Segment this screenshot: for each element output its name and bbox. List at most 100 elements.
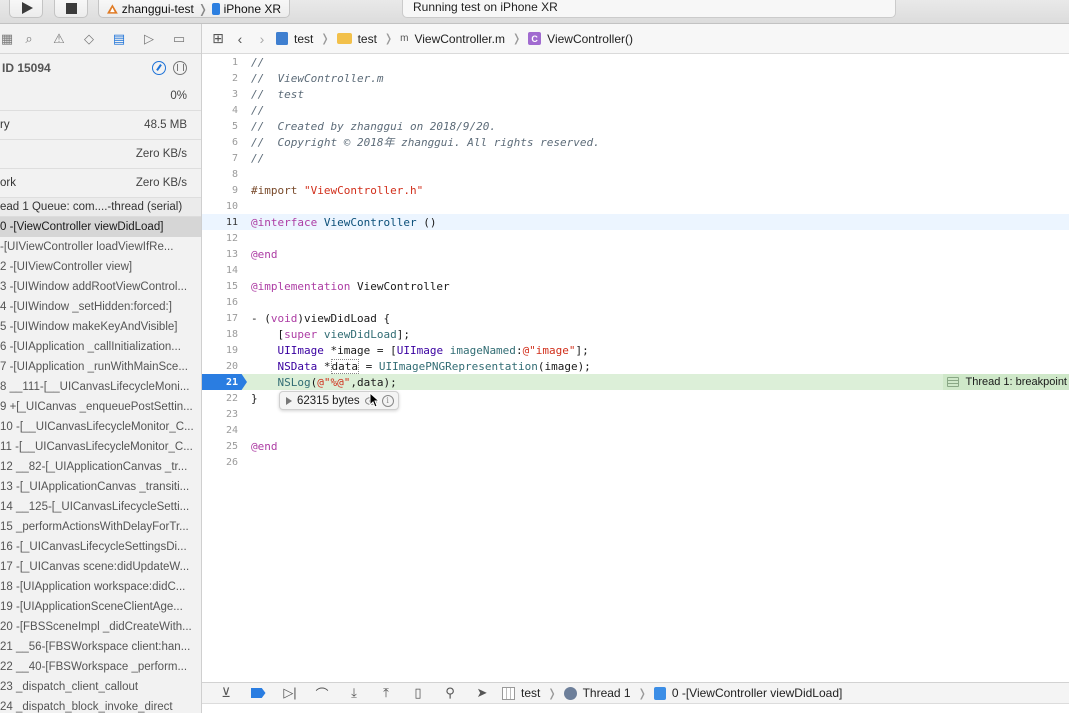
- thread-row[interactable]: ead 1 Queue: com....-thread (serial): [0, 198, 201, 217]
- step-into-icon[interactable]: ⤓: [338, 685, 370, 701]
- stack-frame[interactable]: 22 __40-[FBSWorkspace _perform...: [0, 657, 201, 677]
- breadcrumb-file[interactable]: ViewController.m: [414, 32, 504, 46]
- code-line: 7//: [202, 150, 1069, 166]
- stack-frame[interactable]: 0 -[ViewController viewDidLoad]: [0, 217, 201, 237]
- stack-frame-list: 0 -[ViewController viewDidLoad] -[UIView…: [0, 217, 201, 713]
- code-line: 25 @end: [202, 438, 1069, 454]
- stack-frame[interactable]: 24 _dispatch_block_invoke_direct: [0, 697, 201, 713]
- process-row[interactable]: ID 15094: [0, 54, 201, 82]
- line-number: 1: [231, 56, 238, 68]
- code-line: 13 @end: [202, 246, 1069, 262]
- app-icon: [502, 686, 515, 700]
- debug-target[interactable]: test: [521, 686, 540, 700]
- related-items-icon[interactable]: ⊞: [210, 30, 226, 47]
- view-options-icon[interactable]: [173, 61, 187, 75]
- line-number: 21: [225, 376, 238, 388]
- breakpoint-label: Thread 1: breakpoint: [965, 376, 1067, 388]
- line-number: 2: [231, 72, 238, 84]
- disk-gauge[interactable]: Zero KB/s: [0, 140, 201, 169]
- breakpoints-toggle-button[interactable]: [242, 688, 274, 698]
- play-icon: [21, 2, 33, 14]
- code-line: 10: [202, 198, 1069, 214]
- stack-frame[interactable]: 5 -[UIWindow makeKeyAndVisible]: [0, 317, 201, 337]
- stack-frame[interactable]: 6 -[UIApplication _callInitialization...: [0, 337, 201, 357]
- stack-frame[interactable]: 19 -[UIApplicationSceneClientAge...: [0, 597, 201, 617]
- memory-graph-icon[interactable]: ⚲: [434, 685, 466, 701]
- debug-frame[interactable]: 0 -[ViewController viewDidLoad]: [672, 686, 843, 700]
- variable-datatip[interactable]: 62315 bytes i: [279, 391, 399, 410]
- symbol-navigator-icon[interactable]: ▦: [0, 24, 14, 54]
- line-number: 5: [231, 120, 238, 132]
- stack-frame[interactable]: 20 -[FBSSceneImpl _didCreateWith...: [0, 617, 201, 637]
- debug-navigator-icon[interactable]: ▤: [104, 24, 134, 54]
- iphone-icon: [211, 2, 220, 15]
- line-number: 16: [225, 296, 238, 308]
- stack-frame[interactable]: 10 -[__UICanvasLifecycleMonitor_C...: [0, 417, 201, 437]
- datatip-value: 62315 bytes: [297, 394, 360, 407]
- scheme-selector[interactable]: zhanggui-test ❭ iPhone XR: [98, 0, 290, 18]
- step-out-icon[interactable]: ⤒: [370, 685, 402, 701]
- stack-frame[interactable]: 21 __56-[FBSWorkspace client:han...: [0, 637, 201, 657]
- code-line: 2// ViewController.m: [202, 70, 1069, 86]
- back-arrow-icon[interactable]: ‹: [232, 31, 248, 47]
- code-line: 15 @implementation ViewController: [202, 278, 1069, 294]
- disclosure-triangle-icon[interactable]: [286, 396, 292, 405]
- hide-debug-area-icon[interactable]: ⊻: [210, 685, 242, 701]
- report-navigator-icon[interactable]: ▭: [164, 24, 194, 54]
- stack-frame[interactable]: 2 -[UIViewController view]: [0, 257, 201, 277]
- stack-frame[interactable]: 15 _performActionsWithDelayForTr...: [0, 517, 201, 537]
- code-line: 14: [202, 262, 1069, 278]
- stack-frame[interactable]: 16 -[_UICanvasLifecycleSettingsDi...: [0, 537, 201, 557]
- debug-navigator: ▦ ⌕ ⚠ ◇ ▤ ▷ ▭ ID 15094 0% ry 48.5 MB Zero…: [0, 24, 202, 713]
- line-number: 11: [225, 216, 238, 228]
- cpu-gauge[interactable]: 0%: [0, 82, 201, 111]
- stack-frame[interactable]: 4 -[UIWindow _setHidden:forced:]: [0, 297, 201, 317]
- forward-arrow-icon[interactable]: ›: [254, 31, 270, 47]
- stack-frame[interactable]: 23 _dispatch_client_callout: [0, 677, 201, 697]
- stack-frame[interactable]: 8 __111-[__UICanvasLifecycleMoni...: [0, 377, 201, 397]
- breadcrumb-symbol[interactable]: ViewController(): [547, 32, 633, 46]
- list-icon: [947, 377, 960, 387]
- stack-frame[interactable]: 12 __82-[_UIApplicationCanvas _tr...: [0, 457, 201, 477]
- line-number: 3: [231, 88, 238, 100]
- find-navigator-icon[interactable]: ⌕: [14, 24, 44, 54]
- gauge-value: Zero KB/s: [135, 148, 187, 160]
- test-navigator-icon[interactable]: ◇: [74, 24, 104, 54]
- stack-frame[interactable]: 13 -[_UIApplicationCanvas _transiti...: [0, 477, 201, 497]
- network-gauge[interactable]: ork Zero KB/s: [0, 169, 201, 198]
- run-button[interactable]: [9, 0, 43, 18]
- code-line: 24: [202, 422, 1069, 438]
- code-line: 5// Created by zhanggui on 2018/9/20.: [202, 118, 1069, 134]
- breadcrumb-group[interactable]: test: [358, 32, 377, 46]
- step-over-icon[interactable]: ⌒: [306, 684, 338, 703]
- stack-frame[interactable]: 11 -[__UICanvasLifecycleMonitor_C...: [0, 437, 201, 457]
- memory-gauge[interactable]: ry 48.5 MB: [0, 111, 201, 140]
- breakpoint-annotation[interactable]: Thread 1: breakpoint: [943, 374, 1069, 390]
- view-debugger-icon[interactable]: ▯: [402, 685, 434, 701]
- stack-frame[interactable]: 7 -[UIApplication _runWithMainSce...: [0, 357, 201, 377]
- code-line: 1//: [202, 54, 1069, 70]
- stack-frame[interactable]: 17 -[_UICanvas scene:didUpdateW...: [0, 557, 201, 577]
- gauge-toggle-icon[interactable]: [152, 61, 166, 75]
- stack-frame[interactable]: 9 +[_UICanvas _enqueuePostSettin...: [0, 397, 201, 417]
- source-editor[interactable]: 1// 2// ViewController.m 3// test 4// 5/…: [202, 54, 1069, 676]
- breakpoint-navigator-icon[interactable]: ▷: [134, 24, 164, 54]
- issue-navigator-icon[interactable]: ⚠: [44, 24, 74, 54]
- info-icon[interactable]: i: [381, 394, 394, 407]
- stack-frame[interactable]: 18 -[UIApplication workspace:didC...: [0, 577, 201, 597]
- stack-frame[interactable]: 14 __125-[_UICanvasLifecycleSetti...: [0, 497, 201, 517]
- continue-icon[interactable]: ▷|: [274, 685, 306, 701]
- line-number: 18: [225, 328, 238, 340]
- stack-frame[interactable]: -[UIViewController loadViewIfRe...: [0, 237, 201, 257]
- stack-frame[interactable]: 3 -[UIWindow addRootViewControl...: [0, 277, 201, 297]
- line-number: 8: [231, 168, 238, 180]
- chevron-right-icon: ❭: [383, 33, 394, 45]
- line-number: 24: [225, 424, 238, 436]
- simulate-location-icon[interactable]: ➤: [466, 685, 498, 701]
- breakpoint-code-line: 21 NSLog(@"%@",data); Thread 1: breakpoi…: [202, 374, 1069, 390]
- debug-thread[interactable]: Thread 1: [583, 686, 631, 700]
- stop-button[interactable]: [54, 0, 88, 18]
- breadcrumb-project[interactable]: test: [294, 32, 313, 46]
- code-line: 18 [super viewDidLoad];: [202, 326, 1069, 342]
- thread-label: ead 1 Queue: com....-thread (serial): [0, 201, 183, 213]
